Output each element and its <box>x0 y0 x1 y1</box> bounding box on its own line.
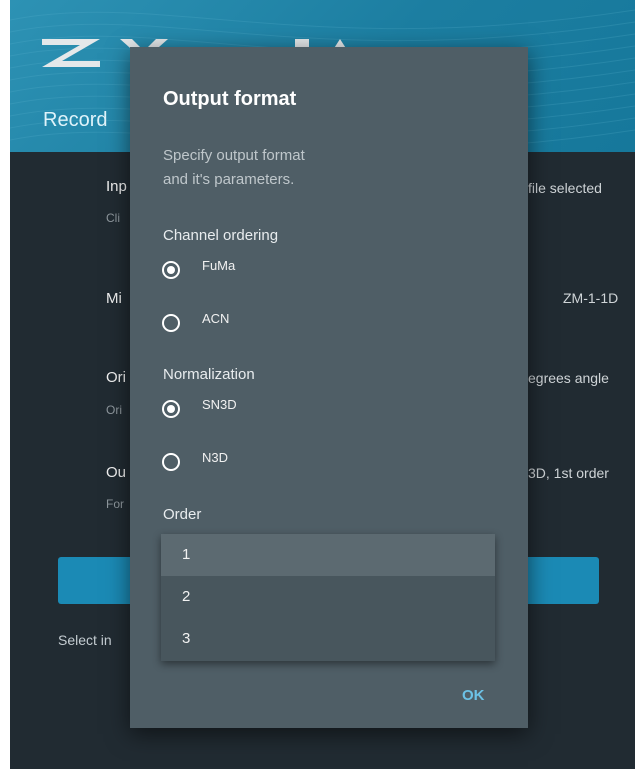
order-dropdown[interactable]: 1 2 3 <box>161 534 495 661</box>
channel-ordering-label: Channel ordering <box>163 227 279 244</box>
row-orientation-value: egrees angle <box>528 370 609 386</box>
normalization-label: Normalization <box>163 366 255 383</box>
radio-selected-icon <box>162 400 180 418</box>
radio-n3d[interactable]: N3D <box>162 450 229 471</box>
radio-n3d-label: N3D <box>202 450 229 465</box>
row-microphone-value: ZM-1-1D <box>563 290 619 306</box>
row-orientation-title: Ori <box>106 369 126 386</box>
order-option-1[interactable]: 1 <box>161 534 495 576</box>
radio-fuma-label: FuMa <box>202 258 236 273</box>
row-output-value: 3D, 1st order <box>528 465 609 481</box>
radio-unselected-icon <box>162 453 180 471</box>
row-input-title: Inp <box>106 178 127 195</box>
header-title: Record <box>43 109 108 131</box>
row-input-value: file selected <box>528 180 602 196</box>
radio-selected-icon <box>162 261 180 279</box>
dialog-title: Output format <box>163 88 297 110</box>
radio-acn[interactable]: ACN <box>162 311 230 332</box>
radio-fuma[interactable]: FuMa <box>162 258 236 279</box>
ok-button[interactable]: OK <box>462 687 485 704</box>
dialog-description: Specify output format and it's parameter… <box>163 147 305 188</box>
bottom-hint: Select in <box>58 632 112 648</box>
row-input-subtitle: Cli <box>106 211 120 225</box>
order-option-3[interactable]: 3 <box>161 618 495 660</box>
order-option-2[interactable]: 2 <box>161 576 495 618</box>
row-orientation-subtitle: Ori <box>106 403 122 417</box>
order-label: Order <box>163 506 202 523</box>
radio-unselected-icon <box>162 314 180 332</box>
radio-sn3d-label: SN3D <box>202 397 237 412</box>
row-microphone-title: Mi <box>106 290 122 307</box>
output-format-dialog: Output format Specify output format and … <box>130 47 528 728</box>
row-output-title: Ou <box>106 464 127 481</box>
radio-acn-label: ACN <box>202 311 230 326</box>
row-output-subtitle: For <box>106 497 124 511</box>
radio-sn3d[interactable]: SN3D <box>162 397 237 418</box>
